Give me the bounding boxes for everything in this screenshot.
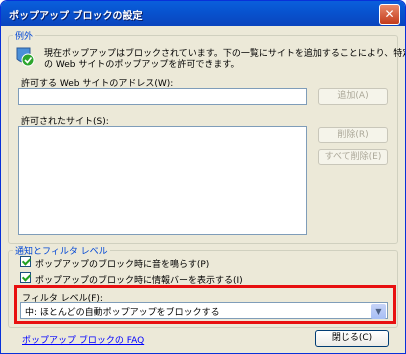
- window-title: ポップアップ ブロックの設定: [9, 11, 143, 22]
- exceptions-legend: 例外: [13, 29, 36, 42]
- allowed-sites-list[interactable]: [18, 126, 307, 235]
- close-button-label: 閉じる(C): [331, 333, 373, 343]
- remove-button[interactable]: 削除(R): [318, 127, 388, 143]
- close-window-button[interactable]: ✕: [379, 4, 400, 25]
- show-infobar-checkbox[interactable]: [20, 272, 31, 283]
- play-sound-checkbox[interactable]: [20, 256, 31, 267]
- dialog-body: 例外 現在ポップアップはブロックされています。下の一覧にサイトを追加することによ…: [4, 26, 405, 350]
- faq-link[interactable]: ポップアップ ブロックの FAQ: [22, 333, 144, 346]
- close-button[interactable]: 閉じる(C): [315, 330, 389, 347]
- title-bar[interactable]: ポップアップ ブロックの設定 ✕: [1, 1, 405, 26]
- address-input[interactable]: [18, 88, 307, 105]
- add-button-label: 追加(A): [337, 91, 369, 101]
- chevron-down-icon[interactable]: ▼: [371, 304, 386, 319]
- popup-blocker-settings-window: ポップアップ ブロックの設定 ✕ 例外 現在ポップアップはブロックされています。…: [0, 0, 406, 354]
- filter-level-select[interactable]: 中: ほとんどの自動ポップアップをブロックする ▼: [20, 302, 388, 319]
- close-icon: ✕: [384, 7, 395, 21]
- filter-level-value: 中: ほとんどの自動ポップアップをブロックする: [25, 308, 220, 318]
- remove-button-label: 削除(R): [337, 130, 369, 140]
- remove-all-button[interactable]: すべて削除(E): [318, 149, 388, 165]
- shield-check-icon: [16, 47, 35, 67]
- info-text-line2: の Web サイトのポップアップを許可できます。: [44, 60, 240, 70]
- play-sound-label[interactable]: ポップアップのブロック時に音を鳴らす(P): [35, 257, 209, 270]
- add-button[interactable]: 追加(A): [318, 88, 388, 105]
- remove-all-button-label: すべて削除(E): [324, 152, 382, 162]
